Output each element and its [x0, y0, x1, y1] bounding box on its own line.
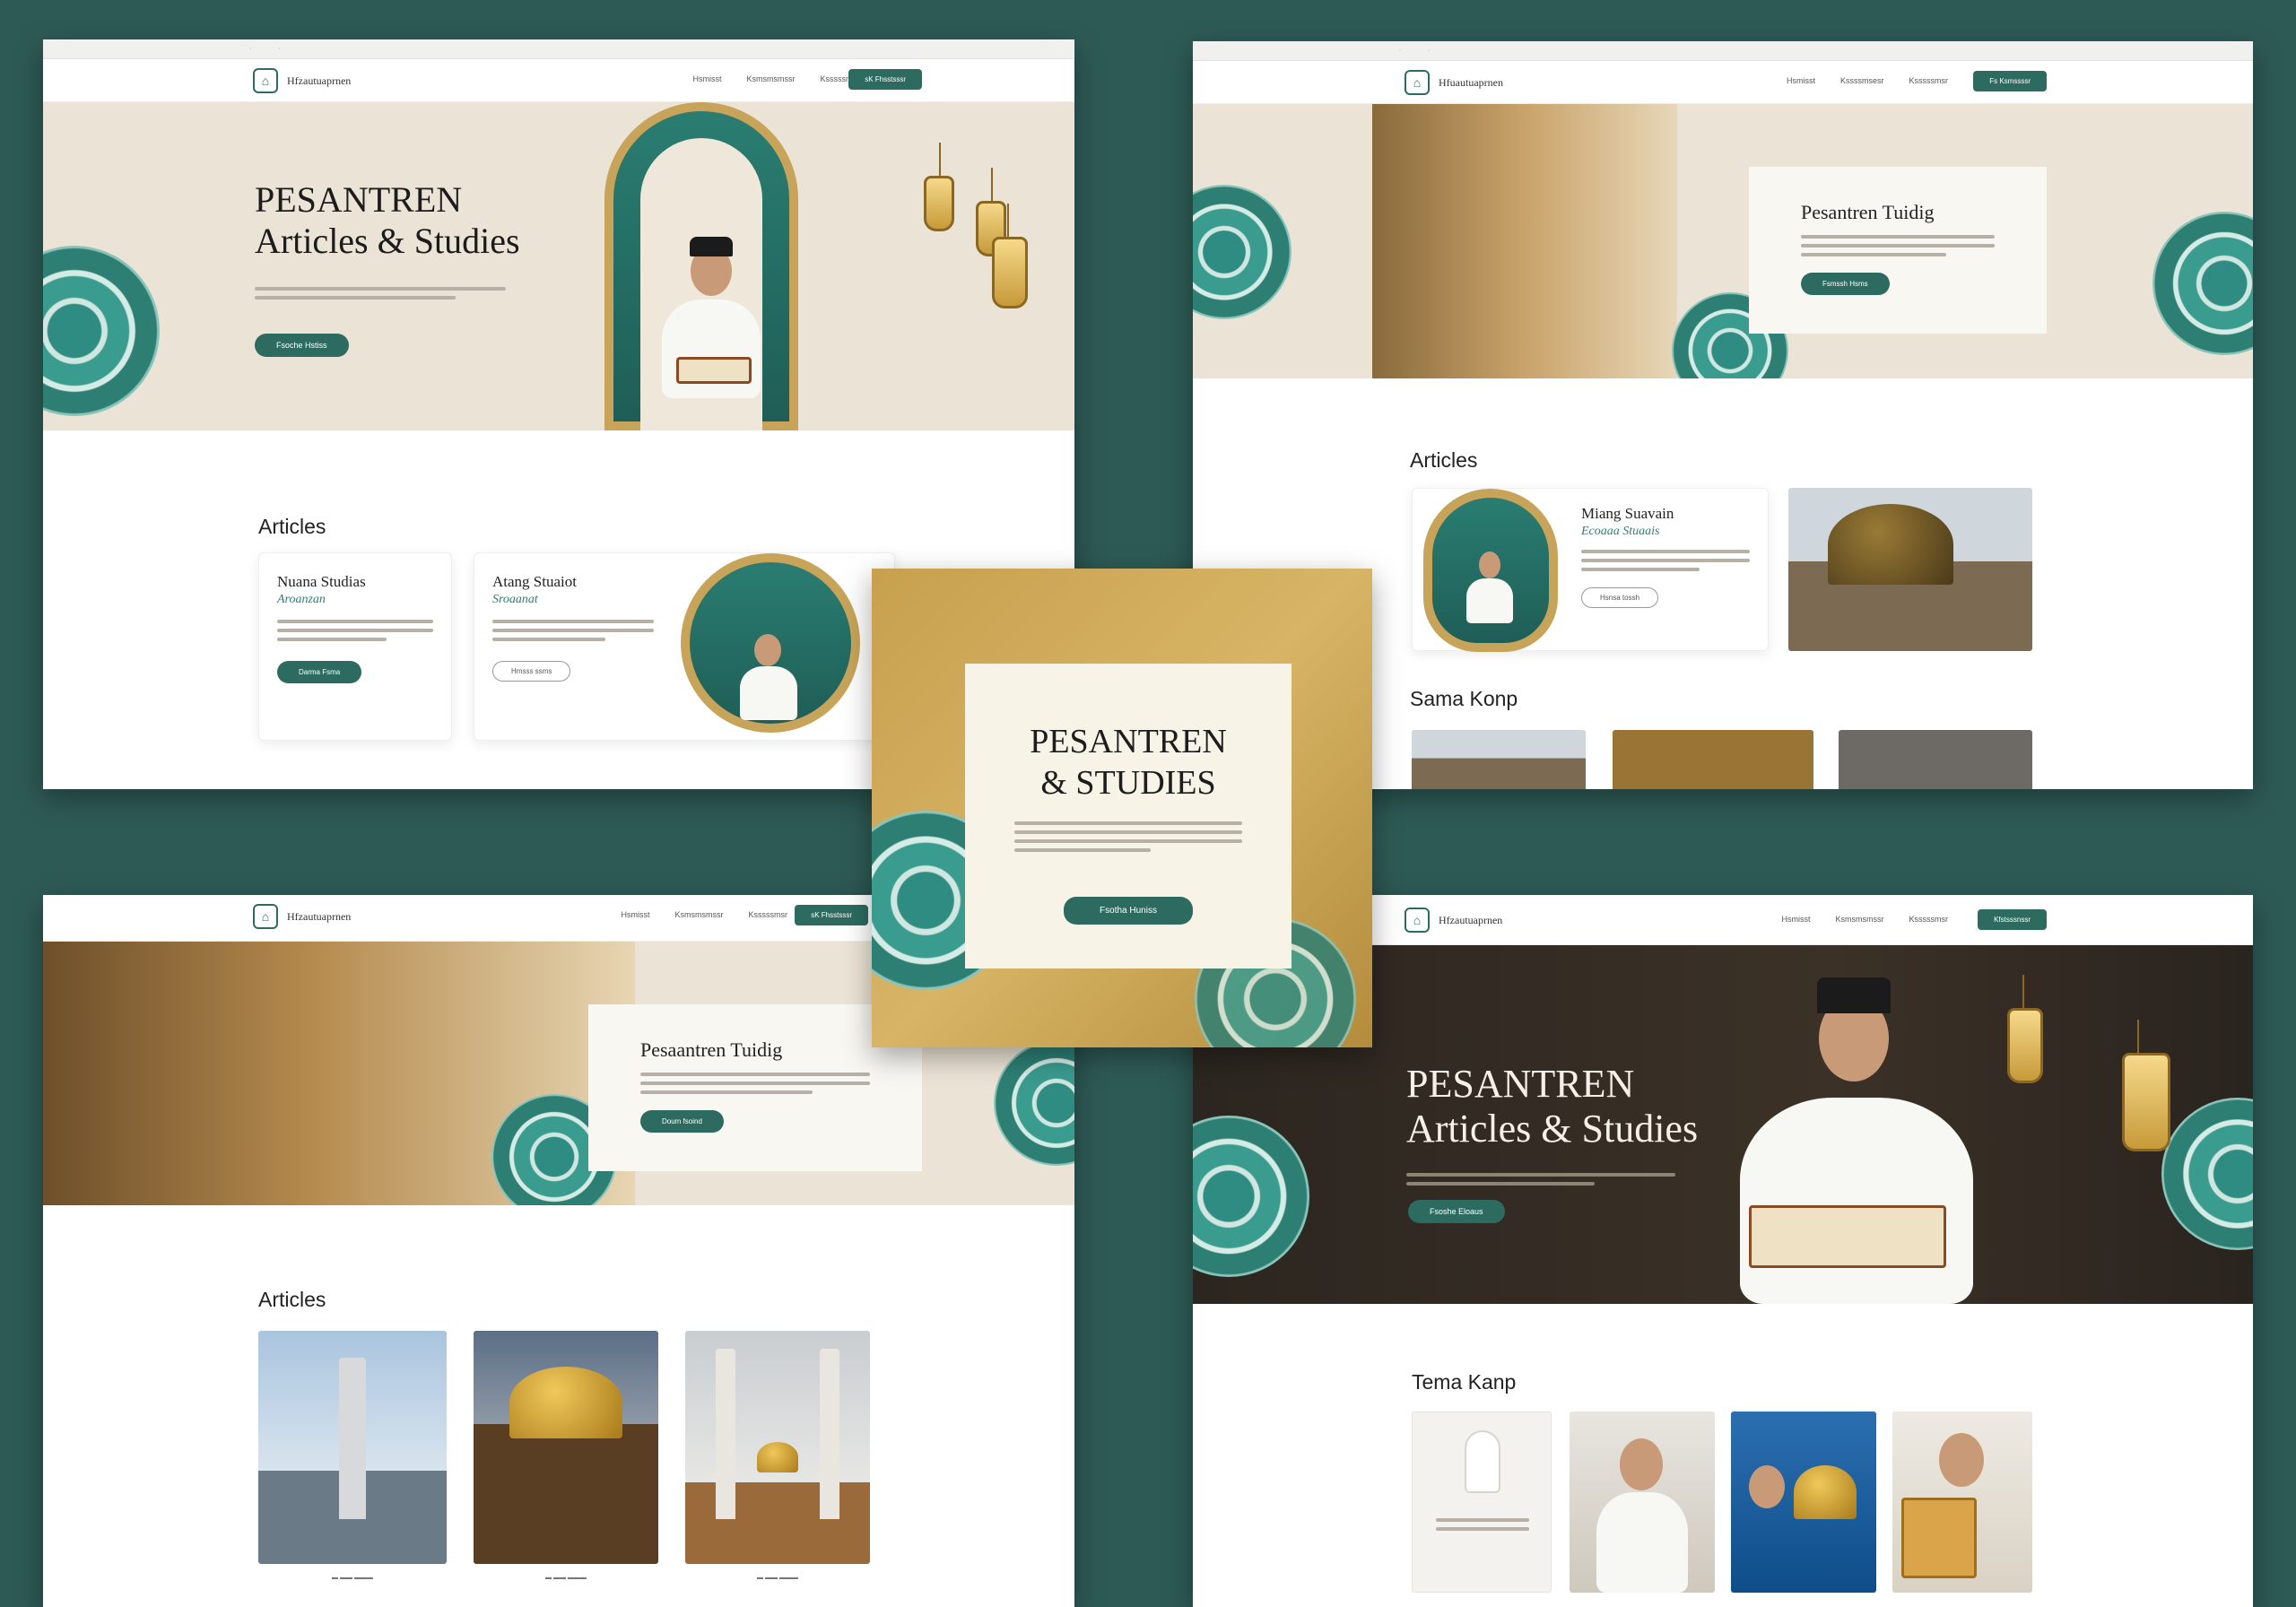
feature-title: Pesaantren Tuidig [640, 1038, 783, 1061]
mosque-logo-icon: ⌂ [1405, 70, 1430, 95]
nav-link[interactable]: Hsmisst [1787, 76, 1815, 85]
nav-cta-button[interactable]: Fs Ksmssssr [1973, 71, 2047, 91]
mosque-logo-icon: ⌂ [253, 68, 278, 93]
hero-description [255, 282, 506, 305]
logo-text: Hfzautuaprnen [287, 909, 352, 923]
team-card[interactable] [1892, 1412, 2032, 1593]
rosette-ornament-icon [994, 1040, 1074, 1166]
lantern-icon [924, 143, 954, 231]
scholar-figure [1740, 1098, 1973, 1304]
hero: PESANTREN Articles & Studies Fsoche Hsti… [43, 102, 1074, 430]
section-title: Articles [258, 515, 326, 538]
lantern-icon [992, 204, 1028, 308]
rosette-ornament-icon [43, 246, 160, 416]
gallery-image [1613, 730, 1813, 789]
rosette-ornament-icon [2161, 1098, 2253, 1250]
hero-title: PESANTREN [255, 179, 463, 220]
nav-link[interactable]: Hsmisst [1782, 915, 1811, 924]
article-image[interactable] [258, 1331, 447, 1564]
nav-links: Hsmisst Kssssmsesr Ksssssmsr [1787, 76, 1948, 85]
team-card[interactable] [1731, 1412, 1876, 1593]
article-image[interactable] [474, 1331, 658, 1564]
logo-text: Hfzautuaprnen [287, 74, 352, 87]
navbar: ⌂ Hfuautuaprnen Hsmisst Kssssmsesr Kssss… [1193, 61, 2253, 104]
card-subtitle: Ecoaaa Stuaais [1581, 525, 1660, 538]
rosette-ornament-icon [1193, 185, 1292, 319]
section-title: Tema Kanp [1412, 1370, 1517, 1394]
hero-button[interactable]: Fsoche Hstiss [255, 334, 349, 357]
section-title: Articles [258, 1288, 326, 1311]
logo[interactable]: ⌂ Hfzautuaprnen [1405, 908, 1502, 933]
card-title: Miang Suavain [1581, 505, 1674, 522]
top-utility-bar: · · [43, 39, 1074, 59]
article-card[interactable]: Nuana Studias Aroanzan Darma Fsma [258, 552, 452, 741]
team-card[interactable] [1570, 1412, 1715, 1593]
mosque-hall-image [1372, 104, 1677, 378]
article-image[interactable] [685, 1331, 870, 1564]
nav-links: Hsmisst Ksmsmsmssr Ksssssmsr [622, 910, 788, 919]
feature-box: Pesantren Tuidig Fsmssh Hsms [1749, 167, 2047, 334]
nav-link[interactable]: Ksssssmsr [1909, 76, 1949, 85]
hero-subtitle: Articles & Studies [1406, 1107, 1699, 1151]
card-subtitle: Aroanzan [277, 593, 326, 606]
nav-links: Hsmisst Ksmsmsmssr Ksssssmsr [693, 74, 860, 83]
lantern-icon [2007, 975, 2043, 1083]
featured-button[interactable]: Fsotha Huniss [1064, 897, 1193, 925]
nav-link[interactable]: Ksmsmsmssr [1836, 915, 1884, 924]
top-utility-bar: · · [1193, 41, 2253, 61]
nav-link[interactable]: Kssssmsesr [1840, 76, 1884, 85]
featured-inner-box: PESANTREN & STUDIES Fsotha Huniss [965, 664, 1292, 969]
featured-subtitle: & STUDIES [1040, 764, 1216, 802]
nav-links: Hsmisst Ksmsmsmssr Ksssssmsr [1782, 915, 1949, 924]
hero: Pesantren Tuidig Fsmssh Hsms [1193, 104, 2253, 378]
team-card[interactable] [1412, 1412, 1552, 1593]
nav-link[interactable]: Hsmisst [693, 74, 722, 83]
hero-button[interactable]: Fsoshe Eloaus [1408, 1200, 1505, 1223]
article-card[interactable]: Atang Stuaiot Sroaanat Hmsss ssms [474, 552, 895, 741]
article-card[interactable]: Miang Suavain Ecoaaa Stuaais Hsnsa tossh [1412, 488, 1769, 652]
logo-text: Hfuautuaprnen [1439, 75, 1503, 89]
logo-text: Hfzautuaprnen [1439, 913, 1503, 926]
section-title: Articles [1410, 448, 1478, 472]
gallery-image [1412, 730, 1586, 789]
card-button[interactable]: Hmsss ssms [492, 661, 571, 682]
hero-description [1406, 1168, 1675, 1191]
nav-link[interactable]: Ksssssmsr [1909, 915, 1949, 924]
logo[interactable]: ⌂ Hfzautuaprnen [253, 68, 351, 93]
logo[interactable]: ⌂ Hfuautuaprnen [1405, 70, 1503, 95]
feature-button[interactable]: Doum fsoind [640, 1110, 724, 1133]
feature-title: Pesantren Tuidig [1801, 201, 1935, 223]
nav-link[interactable]: Ksssssmsr [749, 910, 788, 919]
nav-link[interactable]: Hsmisst [622, 910, 650, 919]
nav-cta-button[interactable]: sK Fhsstsssr [795, 905, 868, 925]
card-button[interactable]: Darma Fsma [277, 661, 362, 683]
mosque-logo-icon: ⌂ [1405, 908, 1430, 933]
nav-cta-button[interactable]: sK Fhsstsssr [848, 69, 922, 90]
hero-title: PESANTREN [1406, 1062, 1635, 1106]
gallery-image [1839, 730, 2032, 789]
mosque-logo-icon: ⌂ [253, 904, 278, 929]
mosque-image [1788, 488, 2032, 651]
nav-link[interactable]: Ksmsmsmssr [747, 74, 796, 83]
card-title: Nuana Studias [277, 573, 366, 590]
rosette-ornament-icon [2152, 212, 2253, 355]
feature-button[interactable]: Fsmssh Hsms [1801, 273, 1890, 295]
featured-title: PESANTREN [1030, 723, 1227, 760]
nav-link[interactable]: Ksmsmsmssr [675, 910, 724, 919]
section-title: Sama Konp [1410, 687, 1518, 710]
featured-overlay-card: PESANTREN & STUDIES Fsotha Huniss [872, 569, 1372, 1047]
hero-subtitle: Articles & Studies [255, 221, 520, 261]
lantern-icon [2122, 1020, 2170, 1151]
nav-cta-button[interactable]: Kfstsssnssr [1978, 909, 2047, 930]
card-button[interactable]: Hsnsa tossh [1581, 587, 1659, 608]
navbar: ⌂ Hfzautuaprnen Hsmisst Ksmsmsmssr Kssss… [43, 59, 1074, 102]
rosette-ornament-icon [1193, 1116, 1309, 1277]
logo[interactable]: ⌂ Hfzautuaprnen [253, 904, 351, 929]
